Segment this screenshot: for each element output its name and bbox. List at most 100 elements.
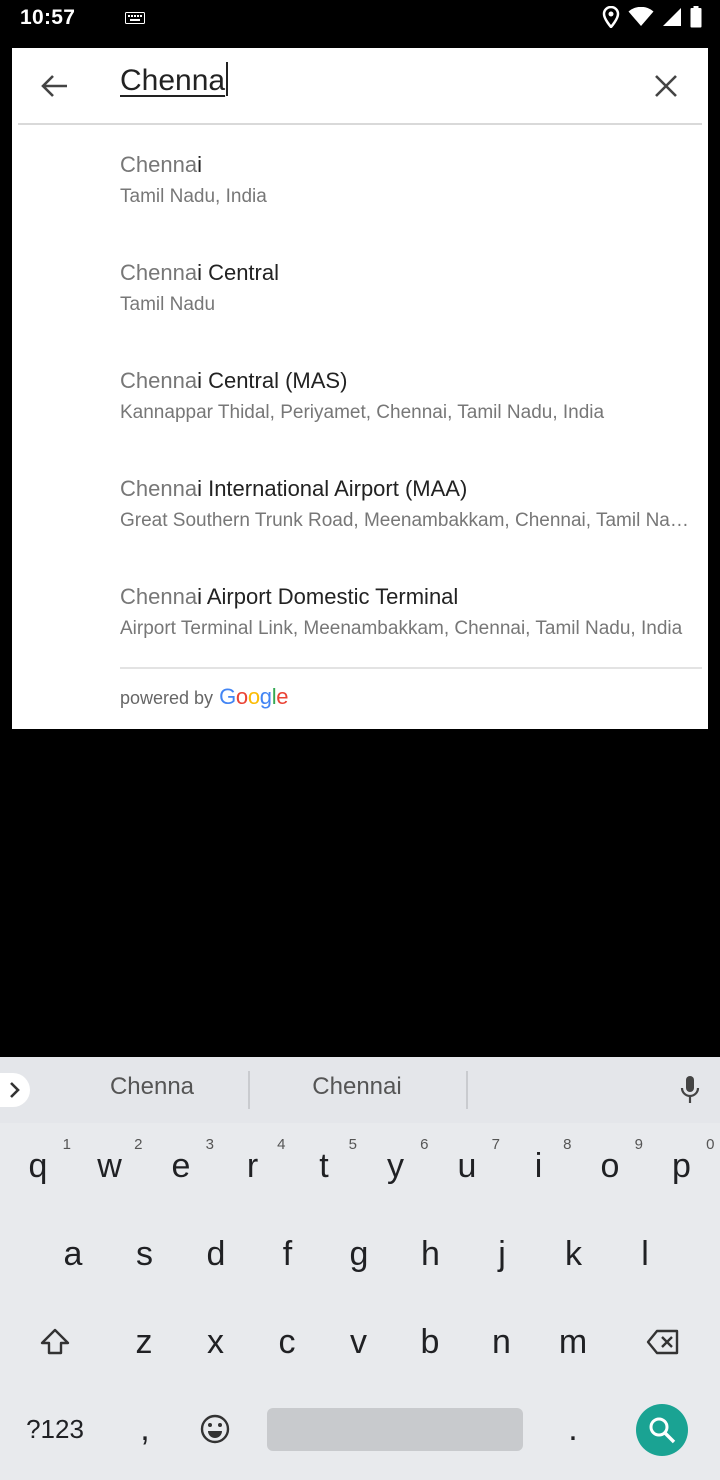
key-label: t bbox=[319, 1146, 329, 1185]
location-icon bbox=[602, 5, 620, 33]
key-hint: 1 bbox=[62, 1136, 71, 1153]
google-logo-letter: g bbox=[259, 684, 272, 709]
powered-by-label: powered by bbox=[120, 688, 214, 708]
powered-by-google: powered by Google bbox=[120, 684, 289, 710]
search-key[interactable] bbox=[636, 1404, 688, 1456]
back-button[interactable] bbox=[34, 66, 74, 106]
key-w[interactable]: w2 bbox=[75, 1130, 145, 1202]
key-q[interactable]: q1 bbox=[3, 1130, 73, 1202]
key-hint: 8 bbox=[563, 1136, 572, 1153]
result-subtitle: Airport Terminal Link, Meenambakkam, Che… bbox=[120, 618, 683, 639]
key-c[interactable]: c bbox=[252, 1306, 322, 1378]
key-hint: 2 bbox=[134, 1136, 143, 1153]
results-list: Chennai Tamil Nadu, India Chennai Centra… bbox=[12, 142, 708, 682]
list-item[interactable]: Chennai Central Tamil Nadu bbox=[12, 250, 708, 358]
close-icon bbox=[655, 75, 677, 97]
status-bar: 10:57 bbox=[0, 0, 720, 36]
key-o[interactable]: o9 bbox=[575, 1130, 645, 1202]
key-t[interactable]: t5 bbox=[289, 1130, 359, 1202]
search-input[interactable]: Chenna bbox=[120, 62, 229, 108]
google-logo-letter: o bbox=[247, 684, 260, 709]
key-h[interactable]: h bbox=[396, 1218, 466, 1290]
key-label: g bbox=[349, 1234, 369, 1273]
symbols-key[interactable]: ?123 bbox=[20, 1393, 90, 1465]
key-x[interactable]: x bbox=[181, 1306, 251, 1378]
status-time: 10:57 bbox=[20, 6, 76, 29]
key-r[interactable]: r4 bbox=[218, 1130, 288, 1202]
result-title: Chennai Airport Domestic Terminal bbox=[120, 584, 459, 609]
key-s[interactable]: s bbox=[110, 1218, 180, 1290]
key-y[interactable]: y6 bbox=[361, 1130, 431, 1202]
key-d[interactable]: d bbox=[181, 1218, 251, 1290]
key-v[interactable]: v bbox=[324, 1306, 394, 1378]
key-label: k bbox=[565, 1234, 582, 1273]
emoji-icon bbox=[200, 1414, 230, 1444]
shift-icon bbox=[40, 1328, 70, 1355]
suggestion-1[interactable]: Chenna bbox=[60, 1073, 244, 1101]
key-b[interactable]: b bbox=[395, 1306, 465, 1378]
search-query: Chenna bbox=[120, 64, 226, 97]
key-label: p bbox=[672, 1146, 691, 1185]
divider bbox=[18, 123, 702, 125]
divider bbox=[248, 1071, 250, 1109]
list-item[interactable]: Chennai Central (MAS) Kannappar Thidal, … bbox=[12, 358, 708, 466]
result-title: Chennai Central bbox=[120, 260, 279, 285]
result-subtitle: Tamil Nadu, India bbox=[120, 186, 267, 207]
suggestion-strip: Chenna Chennai bbox=[0, 1057, 720, 1123]
key-hint: 5 bbox=[348, 1136, 357, 1153]
key-n[interactable]: n bbox=[467, 1306, 537, 1378]
arrow-left-icon bbox=[41, 75, 67, 97]
clear-button[interactable] bbox=[646, 66, 686, 106]
key-label: z bbox=[135, 1322, 153, 1361]
google-logo-letter: o bbox=[235, 684, 248, 709]
key-p[interactable]: p0 bbox=[647, 1130, 717, 1202]
suggestion-2[interactable]: Chennai bbox=[252, 1073, 462, 1101]
list-item[interactable]: Chennai Tamil Nadu, India bbox=[12, 142, 708, 250]
key-z[interactable]: z bbox=[109, 1306, 179, 1378]
key-l[interactable]: l bbox=[610, 1218, 680, 1290]
key-u[interactable]: u7 bbox=[432, 1130, 502, 1202]
chevron-right-icon bbox=[10, 1082, 20, 1098]
key-label: b bbox=[420, 1322, 440, 1361]
list-item[interactable]: Chennai International Airport (MAA) Grea… bbox=[12, 466, 708, 574]
comma-key[interactable]: , bbox=[110, 1393, 180, 1465]
key-e[interactable]: e3 bbox=[146, 1130, 216, 1202]
key-m[interactable]: m bbox=[538, 1306, 608, 1378]
key-k[interactable]: k bbox=[539, 1218, 609, 1290]
result-subtitle: Great Southern Trunk Road, Meenambakkam,… bbox=[120, 510, 698, 531]
key-label: a bbox=[63, 1234, 83, 1273]
result-title: Chennai Central (MAS) bbox=[120, 368, 348, 393]
key-g[interactable]: g bbox=[324, 1218, 394, 1290]
voice-input-button[interactable] bbox=[676, 1073, 704, 1107]
key-f[interactable]: f bbox=[253, 1218, 323, 1290]
emoji-key[interactable] bbox=[180, 1393, 250, 1465]
result-title: Chennai bbox=[120, 152, 202, 177]
divider bbox=[120, 667, 702, 669]
key-i[interactable]: i8 bbox=[504, 1130, 574, 1202]
key-hint: 3 bbox=[205, 1136, 214, 1153]
key-label: x bbox=[207, 1322, 224, 1361]
space-key[interactable] bbox=[267, 1408, 523, 1451]
google-logo: Google bbox=[219, 684, 288, 710]
battery-icon bbox=[690, 6, 702, 33]
backspace-key[interactable] bbox=[628, 1306, 698, 1378]
shift-key[interactable] bbox=[20, 1306, 90, 1378]
expand-toolbar-button[interactable] bbox=[0, 1073, 30, 1107]
key-label: o bbox=[600, 1146, 620, 1185]
key-label: h bbox=[421, 1234, 440, 1273]
google-logo-letter: G bbox=[219, 684, 236, 709]
key-a[interactable]: a bbox=[38, 1218, 108, 1290]
key-j[interactable]: j bbox=[467, 1218, 537, 1290]
period-key[interactable]: . bbox=[538, 1393, 608, 1465]
key-label: u bbox=[457, 1146, 477, 1185]
keyboard-icon bbox=[125, 11, 145, 29]
result-title: Chennai International Airport (MAA) bbox=[120, 476, 468, 501]
signal-icon bbox=[662, 7, 682, 32]
key-label: j bbox=[498, 1234, 506, 1273]
key-label: v bbox=[350, 1322, 367, 1361]
search-panel: Chenna Chennai Tamil Nadu, India Chennai… bbox=[12, 48, 708, 729]
list-item[interactable]: Chennai Airport Domestic Terminal Airpor… bbox=[12, 574, 708, 682]
key-hint: 9 bbox=[634, 1136, 643, 1153]
key-label: s bbox=[136, 1234, 153, 1273]
key-label: m bbox=[558, 1322, 588, 1361]
